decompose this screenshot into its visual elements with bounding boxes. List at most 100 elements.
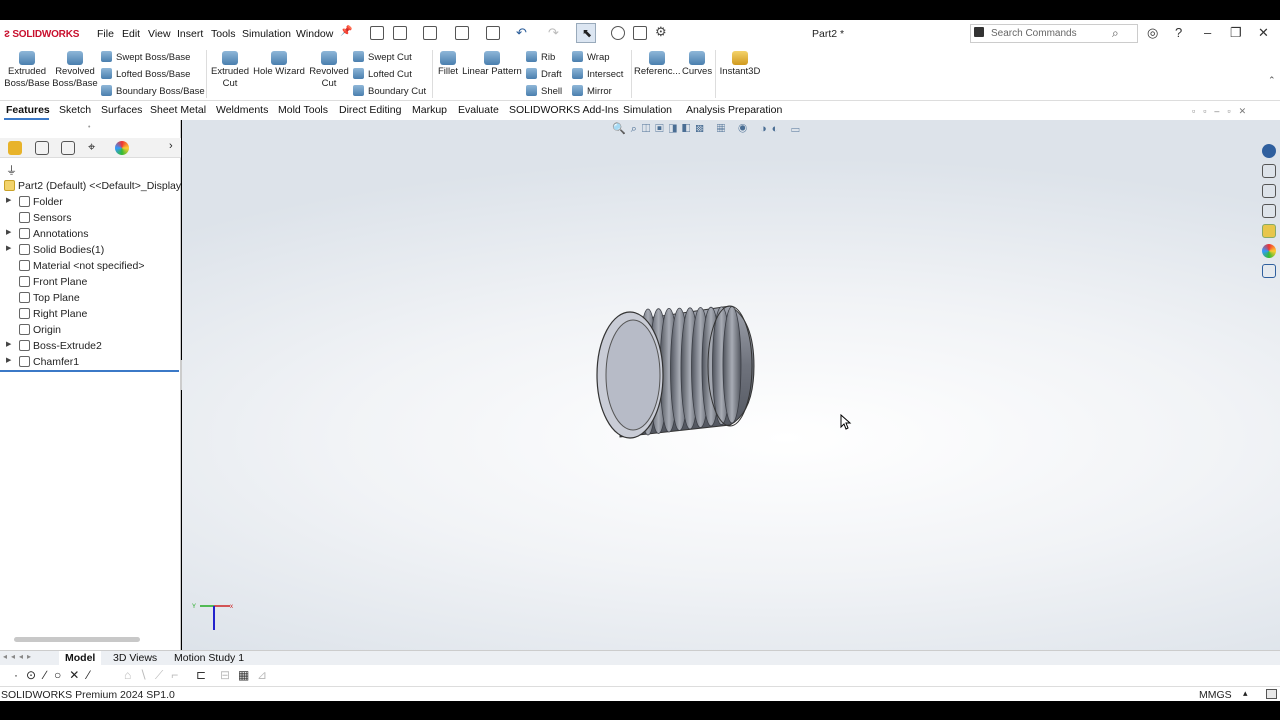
extruded-cut-button[interactable]: Extruded Cut bbox=[210, 51, 250, 90]
home-icon[interactable] bbox=[370, 26, 384, 40]
restore-icon[interactable]: ❐ bbox=[1230, 25, 1242, 41]
graphics-viewport[interactable]: 🔍⌕◫▣◨◧▩ ▦ ◉ ◑◐ ▭ x Y bbox=[182, 120, 1280, 650]
tab-simulation[interactable]: Simulation bbox=[623, 101, 672, 120]
menu-window[interactable]: Window bbox=[296, 28, 333, 40]
panel-horizontal-scrollbar[interactable] bbox=[14, 637, 140, 642]
tab-solidworks-add-ins[interactable]: SOLIDWORKS Add-Ins bbox=[509, 101, 619, 120]
undo-icon[interactable]: ↶ bbox=[516, 25, 527, 41]
rib-button[interactable]: Rib bbox=[526, 51, 555, 63]
panel-drag-handle[interactable]: • bbox=[88, 124, 90, 131]
collapse-ribbon-icon[interactable]: ⌃ bbox=[1268, 75, 1276, 86]
appearances-icon[interactable] bbox=[1262, 244, 1276, 258]
tree-item-front-plane[interactable]: Front Plane bbox=[0, 274, 181, 290]
menu-tools[interactable]: Tools bbox=[211, 28, 236, 40]
draft-button[interactable]: Draft bbox=[526, 68, 562, 80]
tree-item-right-plane[interactable]: Right Plane bbox=[0, 306, 181, 322]
tree-item-origin[interactable]: Origin bbox=[0, 322, 181, 338]
tab-evaluate[interactable]: Evaluate bbox=[458, 101, 499, 120]
tab-sketch[interactable]: Sketch bbox=[59, 101, 91, 120]
tree-item-folder[interactable]: ▶ Folder bbox=[0, 194, 181, 210]
instant3d-button[interactable]: Instant3D bbox=[718, 51, 762, 78]
tab-scroll-arrows[interactable]: ◂◂◂▸ bbox=[3, 652, 35, 661]
wrap-button[interactable]: Wrap bbox=[572, 51, 610, 63]
solidworks-logo[interactable]: ᴤ SOLIDWORKS bbox=[4, 26, 79, 40]
tree-item-chamfer1[interactable]: ▶ Chamfer1 bbox=[0, 354, 181, 370]
message-bar-icon[interactable] bbox=[1266, 689, 1277, 699]
tab-mold-tools[interactable]: Mold Tools bbox=[278, 101, 328, 120]
tab-markup[interactable]: Markup bbox=[412, 101, 447, 120]
tree-item-boss-extrude2[interactable]: ▶ Boss-Extrude2 bbox=[0, 338, 181, 354]
unit-system-selector[interactable]: MMGS bbox=[1199, 689, 1232, 701]
expand-caret-icon[interactable]: ▶ bbox=[6, 340, 11, 348]
expand-caret-icon[interactable]: ▶ bbox=[6, 356, 11, 364]
minimize-icon[interactable]: – bbox=[1204, 25, 1211, 40]
tab-3d-views[interactable]: 3D Views bbox=[107, 651, 163, 666]
units-dropdown-icon[interactable]: ▴ bbox=[1243, 688, 1248, 699]
close-icon[interactable]: ✕ bbox=[1258, 25, 1269, 41]
design-library-icon[interactable] bbox=[1262, 184, 1276, 198]
tab-model[interactable]: Model bbox=[59, 651, 102, 666]
extruded-boss-button[interactable]: Extruded Boss/Base bbox=[4, 51, 50, 90]
open-icon[interactable] bbox=[423, 26, 437, 40]
expand-caret-icon[interactable]: ▶ bbox=[6, 228, 11, 236]
menu-simulation[interactable]: Simulation bbox=[242, 28, 291, 40]
intersect-button[interactable]: Intersect bbox=[572, 68, 623, 80]
save-icon[interactable] bbox=[455, 26, 469, 40]
sketch-tools[interactable]: ·⊙∕○✕⁄ bbox=[14, 668, 97, 682]
custom-properties-icon[interactable] bbox=[1262, 264, 1276, 278]
reference-geometry-button[interactable]: Referenc... bbox=[634, 51, 680, 78]
swept-boss-button[interactable]: Swept Boss/Base bbox=[101, 51, 190, 63]
viewport-window-controls[interactable]: ▫▫–▫✕ bbox=[1192, 106, 1254, 117]
property-manager-icon[interactable] bbox=[35, 141, 49, 155]
panel-expand-icon[interactable]: › bbox=[169, 140, 173, 152]
tree-root-part[interactable]: Part2 (Default) <<Default>_Display S bbox=[0, 178, 181, 194]
rollback-bar[interactable] bbox=[0, 370, 179, 372]
threaded-cylinder-model[interactable] bbox=[582, 300, 772, 450]
tab-surfaces[interactable]: Surfaces bbox=[101, 101, 142, 120]
redo-icon[interactable]: ↷ bbox=[548, 25, 559, 41]
curves-button[interactable]: Curves bbox=[682, 51, 712, 78]
help-icon[interactable]: ? bbox=[1175, 25, 1182, 40]
mirror-button[interactable]: Mirror bbox=[572, 85, 612, 97]
file-properties-icon[interactable] bbox=[633, 26, 647, 40]
expand-caret-icon[interactable]: ▶ bbox=[6, 244, 11, 252]
options-gear-icon[interactable]: ⚙ bbox=[655, 24, 667, 40]
fillet-button[interactable]: Fillet bbox=[436, 51, 460, 78]
boundary-cut-button[interactable]: Boundary Cut bbox=[353, 85, 426, 97]
sketch-tools-secondary[interactable]: ⊏ bbox=[196, 668, 214, 682]
grid-icon[interactable]: ▦ bbox=[238, 668, 249, 682]
file-explorer-icon[interactable] bbox=[1262, 204, 1276, 218]
tab-weldments[interactable]: Weldments bbox=[216, 101, 268, 120]
search-icon[interactable]: ⌕ bbox=[1112, 26, 1119, 41]
tree-item-material-not-specified[interactable]: Material <not specified> bbox=[0, 258, 181, 274]
menu-insert[interactable]: Insert bbox=[177, 28, 203, 40]
configuration-manager-icon[interactable] bbox=[61, 141, 75, 155]
tree-item-annotations[interactable]: ▶ Annotations bbox=[0, 226, 181, 242]
new-document-icon[interactable] bbox=[393, 26, 407, 40]
revolved-cut-button[interactable]: Revolved Cut bbox=[308, 51, 350, 90]
tree-item-solid-bodies-1[interactable]: ▶ Solid Bodies(1) bbox=[0, 242, 181, 258]
shell-button[interactable]: Shell bbox=[526, 85, 562, 97]
solidworks-resources-icon[interactable] bbox=[1262, 144, 1276, 158]
feature-manager-icon[interactable] bbox=[8, 141, 22, 155]
menu-edit[interactable]: Edit bbox=[122, 28, 140, 40]
boundary-boss-button[interactable]: Boundary Boss/Base bbox=[101, 85, 205, 97]
tab-direct-editing[interactable]: Direct Editing bbox=[339, 101, 401, 120]
display-manager-icon[interactable] bbox=[115, 141, 129, 155]
heads-up-view-toolbar[interactable]: 🔍⌕◫▣◨◧▩ ▦ ◉ ◑◐ ▭ bbox=[612, 122, 805, 136]
linear-pattern-button[interactable]: Linear Pattern bbox=[462, 51, 522, 78]
tab-sheet-metal[interactable]: Sheet Metal bbox=[150, 101, 206, 120]
user-account-icon[interactable]: ◎ bbox=[1147, 25, 1158, 41]
hole-wizard-button[interactable]: Hole Wizard bbox=[252, 51, 306, 78]
pin-icon[interactable]: 📌 bbox=[340, 26, 352, 37]
menu-view[interactable]: View bbox=[148, 28, 171, 40]
revolved-boss-button[interactable]: Revolved Boss/Base bbox=[52, 51, 98, 90]
rebuild-icon[interactable] bbox=[611, 26, 625, 40]
filter-icon[interactable]: ⏚ bbox=[6, 162, 17, 178]
lofted-cut-button[interactable]: Lofted Cut bbox=[353, 68, 412, 80]
tree-item-sensors[interactable]: Sensors bbox=[0, 210, 181, 226]
tab-analysis-preparation[interactable]: Analysis Preparation bbox=[686, 101, 782, 120]
home-pane-icon[interactable] bbox=[1262, 164, 1276, 178]
expand-caret-icon[interactable]: ▶ bbox=[6, 196, 11, 204]
swept-cut-button[interactable]: Swept Cut bbox=[353, 51, 412, 63]
